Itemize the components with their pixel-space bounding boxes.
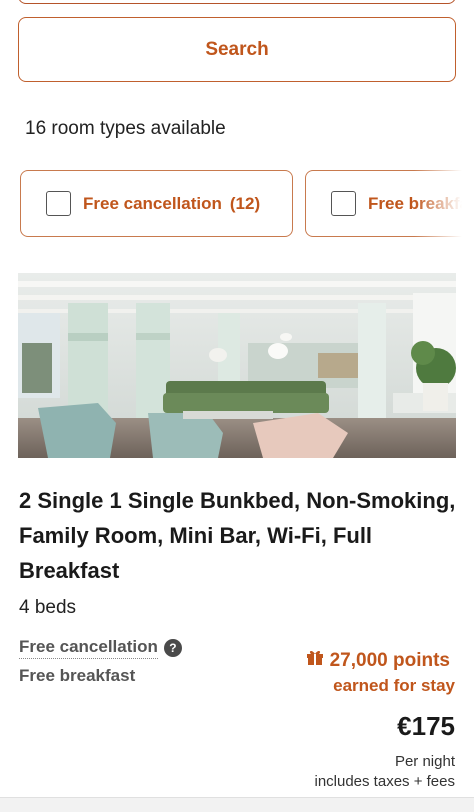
filter-chip-free-cancellation[interactable]: Free cancellation (12)	[20, 170, 293, 237]
filter-chip-label: Free cancellation	[83, 193, 222, 213]
room-types-count: 16 room types available	[25, 118, 226, 139]
points-value: 27,000 points	[329, 650, 450, 671]
hotel-lounge-photo-icon	[18, 273, 456, 458]
previous-input-field[interactable]	[18, 0, 456, 4]
checkbox[interactable]	[46, 191, 71, 216]
filter-chip-free-breakfast[interactable]: Free breakfast	[305, 170, 474, 237]
filter-chip-count: (12)	[229, 193, 261, 213]
free-cancellation-label[interactable]: Free cancellation	[19, 637, 158, 659]
price-amount: €175	[397, 711, 455, 741]
question-mark-icon[interactable]: ?	[163, 639, 182, 657]
points-earned: 27,000 points earned for stay	[306, 648, 455, 698]
price-taxes-note: includes taxes + fees	[314, 773, 455, 790]
free-cancellation-perk[interactable]: Free cancellation ?	[19, 637, 182, 659]
filter-chips: Free cancellation (12) Free breakfast	[20, 170, 474, 238]
free-breakfast-perk: Free breakfast	[19, 666, 136, 685]
bed-count: 4 beds	[19, 597, 77, 618]
room-photo[interactable]	[18, 273, 456, 458]
bottom-divider	[0, 797, 474, 812]
filter-chip-label: Free breakfast	[368, 193, 474, 213]
checkbox[interactable]	[331, 191, 356, 216]
points-suffix: earned for stay	[333, 676, 455, 695]
search-button[interactable]: Search	[18, 17, 456, 82]
price-per-night: Per night	[394, 753, 455, 770]
room-title[interactable]: 2 Single 1 Single Bunkbed, Non-Smoking, …	[19, 483, 459, 588]
gift-icon	[306, 648, 324, 673]
